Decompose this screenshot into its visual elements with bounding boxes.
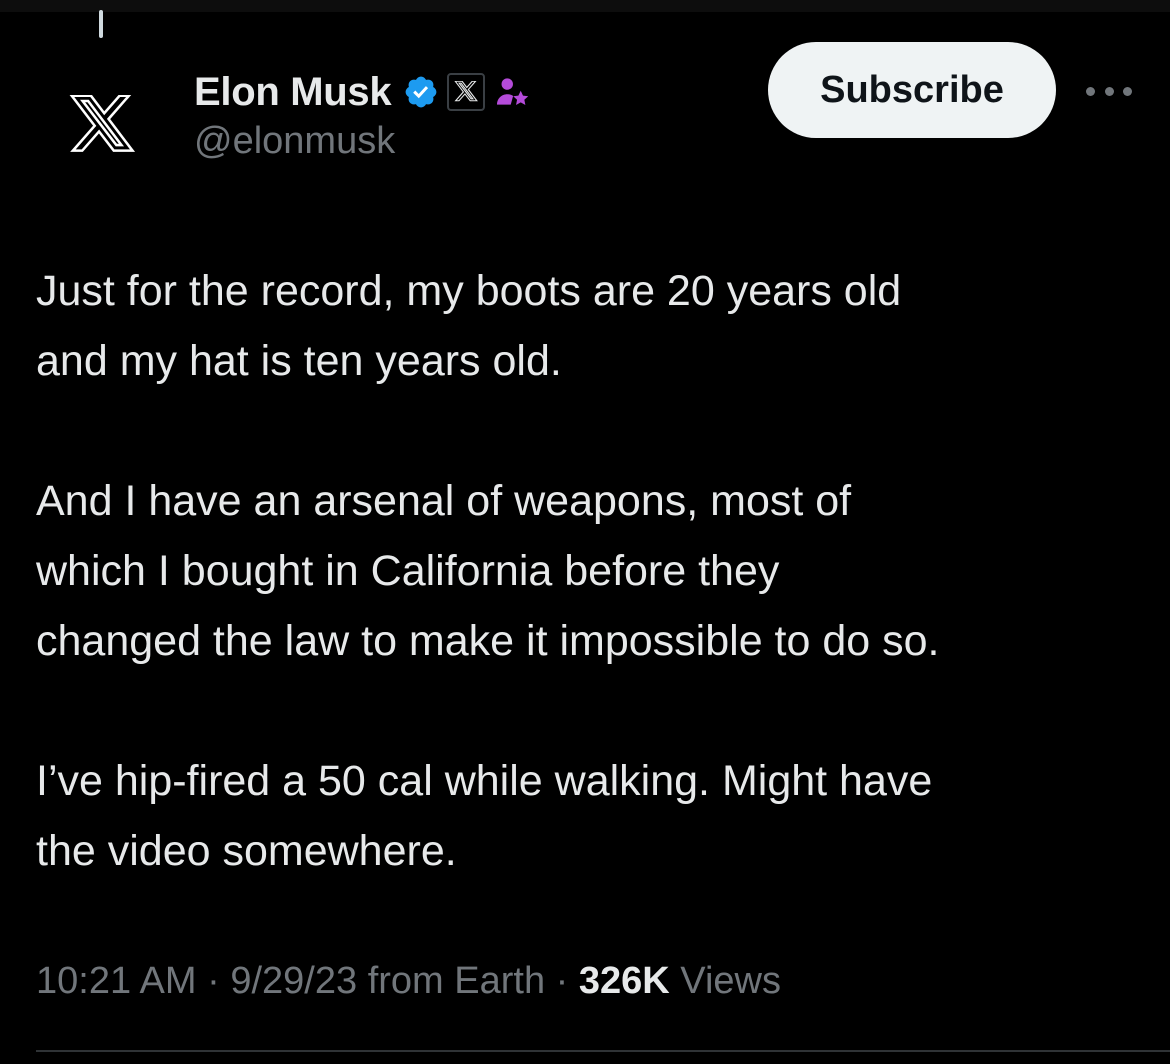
verified-badge-icon[interactable] [403,74,439,110]
x-logo-icon [69,95,136,152]
tweet-source: from Earth [367,960,546,1002]
views-count[interactable]: 326K [579,960,670,1002]
author-identity: Elon Musk @elonmusk [194,64,531,163]
tweet-paragraph: And I have an arsenal of weapons, most o… [36,477,940,665]
subscribe-button[interactable]: Subscribe [768,42,1056,138]
more-horizontal-icon[interactable] [1086,76,1132,106]
meta-separator: · [555,960,569,1002]
divider [36,1050,1170,1052]
tweet-paragraph: I’ve hip-fired a 50 cal while walking. M… [36,757,933,875]
more-dot [1086,86,1095,96]
tweet-metadata: 10:21 AM · 9/29/23 from Earth · 326K Vie… [36,960,781,1003]
tweet-text: Just for the record, my boots are 20 yea… [36,256,1146,886]
tweet-date[interactable]: 9/29/23 [230,960,357,1002]
thread-connector-line [99,10,103,38]
x-affiliate-badge-icon[interactable] [447,73,486,111]
name-row: Elon Musk [194,64,531,120]
display-name[interactable]: Elon Musk [194,70,392,115]
top-strip [0,0,1170,12]
meta-separator: · [207,960,220,1002]
more-dot [1123,86,1132,96]
more-dot [1104,86,1114,96]
user-handle[interactable]: @elonmusk [194,120,531,163]
avatar[interactable] [36,60,168,192]
views-label[interactable]: Views [680,960,781,1002]
tweet-time[interactable]: 10:21 AM [36,960,197,1002]
subscriber-star-icon[interactable] [493,73,531,111]
tweet-paragraph: Just for the record, my boots are 20 yea… [36,267,902,385]
